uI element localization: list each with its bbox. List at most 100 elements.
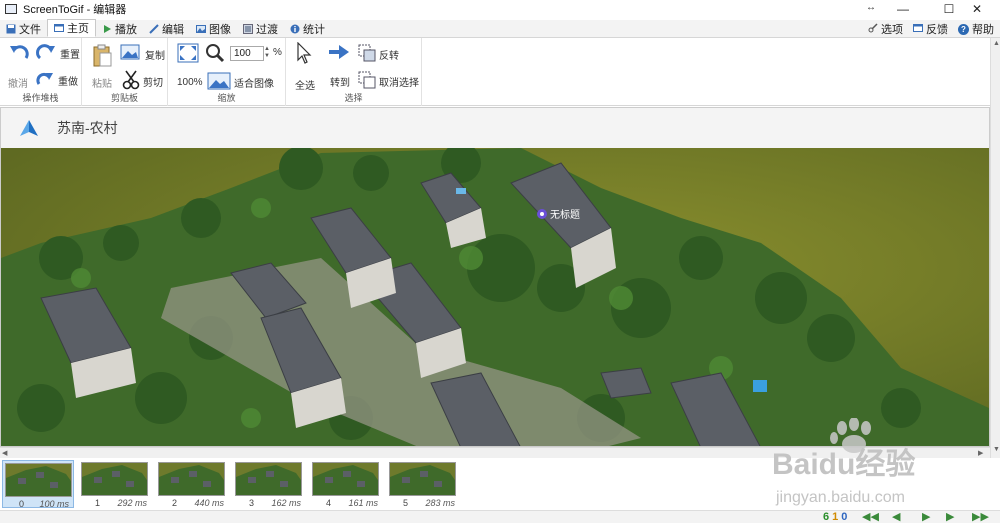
fit-window-button[interactable] — [177, 43, 199, 66]
frame-delay: 161 ms — [348, 498, 378, 508]
scroll-right-icon[interactable]: ▶ — [978, 449, 983, 457]
scissors-icon — [122, 70, 140, 93]
tab-label: 主页 — [67, 23, 89, 35]
app-icon — [5, 4, 17, 14]
frame-number: 3 — [249, 498, 255, 508]
tab-label: 播放 — [115, 23, 137, 36]
map-header: 苏南-农村 — [1, 108, 989, 148]
help-label: 帮助 — [972, 24, 994, 36]
undo-button[interactable]: 撤消 — [8, 75, 28, 90]
invert-selection-icon — [358, 44, 376, 65]
aerial-map-image: 无标题 — [1, 148, 989, 446]
status-bar: 6 1 0 ◀◀ ◀ ▶ ▶ ▶▶ — [0, 510, 1000, 523]
tab-label: 统计 — [303, 23, 325, 36]
frame-number: 5 — [403, 498, 409, 508]
map-logo-icon — [19, 119, 39, 137]
undo-label: 撤消 — [8, 79, 28, 90]
options-button[interactable]: 选项 — [868, 21, 903, 37]
map-title: 苏南-农村 — [57, 120, 118, 136]
cut-label: 剪切 — [143, 78, 163, 89]
frame-item[interactable]: 2 440 ms — [156, 460, 228, 508]
undo-icon-button[interactable] — [8, 42, 30, 65]
vertical-scrollbar[interactable]: ▲ ▼ — [990, 38, 1000, 458]
fit-image-button[interactable]: 适合图像 — [207, 72, 274, 93]
group-clipboard: 粘贴 复制 剪切 剪贴板 — [82, 38, 168, 106]
previous-frame-icon[interactable]: ◀ — [892, 510, 900, 523]
zoom-input[interactable]: 100 — [230, 46, 264, 61]
tab-file[interactable]: 文件 — [0, 20, 47, 37]
select-all-label: 全选 — [295, 81, 315, 92]
select-all-button[interactable]: 全选 — [295, 77, 315, 92]
tab-transitions[interactable]: 过渡 — [237, 20, 284, 37]
deselect-icon — [358, 71, 376, 92]
cursor-icon-button[interactable] — [296, 41, 312, 67]
paste-icon-button[interactable] — [92, 44, 112, 71]
first-frame-icon[interactable]: ◀◀ — [862, 510, 879, 523]
tab-edit[interactable]: 编辑 — [143, 20, 190, 37]
minimize-button[interactable]: — — [880, 0, 926, 18]
play-frame-icon[interactable]: ▶ — [922, 510, 930, 523]
frame-thumbnail — [312, 462, 379, 496]
watermark-text: Baidu经验 — [772, 447, 915, 481]
reset-button[interactable]: 重置 — [35, 42, 80, 65]
reset-label: 重置 — [60, 50, 80, 61]
tab-play[interactable]: 播放 — [96, 20, 143, 37]
image-icon — [196, 24, 206, 34]
zoom-100-button[interactable]: 100% — [177, 77, 203, 88]
redo-label: 重做 — [58, 77, 78, 88]
goto-label: 转到 — [330, 78, 350, 89]
feedback-icon — [913, 23, 923, 36]
goto-button[interactable]: 转到 — [330, 74, 350, 89]
tab-statistics[interactable]: 统计 — [284, 20, 331, 37]
tab-image[interactable]: 图像 — [190, 20, 237, 37]
home-icon — [54, 23, 64, 33]
scroll-down-icon[interactable]: ▼ — [993, 446, 1000, 453]
cut-button[interactable]: 剪切 — [122, 70, 163, 93]
frame-item[interactable]: 4 161 ms — [310, 460, 382, 508]
frame-thumbnail — [389, 462, 456, 496]
fit-image-label: 适合图像 — [234, 79, 274, 90]
tab-label: 编辑 — [162, 23, 184, 36]
map-marker-icon — [537, 209, 547, 219]
current-frame-count: 0 — [841, 511, 848, 523]
magnifier-button[interactable] — [205, 43, 225, 66]
frame-number: 4 — [326, 498, 332, 508]
redo-button[interactable]: 重做 — [35, 70, 78, 91]
scroll-left-icon[interactable]: ◀ — [2, 449, 7, 457]
frame-item[interactable]: 1 292 ms — [79, 460, 151, 508]
frame-number: 0 — [19, 499, 25, 509]
frame-item[interactable]: 0 100 ms — [2, 460, 74, 509]
frame-number: 1 — [95, 498, 101, 508]
frame-delay: 162 ms — [271, 498, 301, 508]
fit-image-icon — [207, 72, 231, 93]
deselect-button[interactable]: 取消选择 — [358, 71, 419, 92]
paste-button[interactable]: 粘贴 — [92, 75, 112, 90]
pin-icon[interactable]: ↔ — [866, 2, 876, 13]
invert-button[interactable]: 反转 — [358, 44, 399, 65]
group-selection: 全选 转到 反转 取消选择 选择 — [286, 38, 422, 106]
title-bar: ScreenToGif - 编辑器 ↔ — ☐ ✕ — [0, 0, 1000, 18]
frame-item[interactable]: 5 283 ms — [387, 460, 459, 508]
help-button[interactable]: ? 帮助 — [958, 21, 994, 37]
feedback-button[interactable]: 反馈 — [913, 21, 948, 37]
zoom-unit: % — [273, 47, 282, 58]
redo-icon — [35, 70, 55, 91]
pencil-icon — [149, 23, 159, 34]
frame-item[interactable]: 3 162 ms — [233, 460, 305, 508]
reset-icon — [35, 42, 57, 65]
next-frame-icon[interactable]: ▶ — [946, 510, 954, 523]
scroll-up-icon[interactable]: ▲ — [993, 40, 1000, 47]
goto-arrow-button[interactable] — [328, 44, 350, 63]
frame-thumbnail — [81, 462, 148, 496]
frame-delay: 440 ms — [194, 498, 224, 508]
tab-home[interactable]: 主页 — [47, 19, 96, 37]
zoom-stepper[interactable]: ▲ ▼ — [263, 46, 271, 61]
last-frame-icon[interactable]: ▶▶ — [972, 510, 989, 523]
frame-canvas[interactable]: 苏南-农村 无标题 — [0, 107, 990, 447]
copy-button[interactable]: 复制 — [120, 44, 165, 65]
close-button[interactable]: ✕ — [954, 0, 1000, 18]
top-right-menu: 选项 反馈 ? 帮助 — [868, 21, 994, 37]
copy-image-icon — [120, 44, 142, 65]
frame-thumbnail — [5, 463, 72, 497]
paste-label: 粘贴 — [92, 79, 112, 90]
